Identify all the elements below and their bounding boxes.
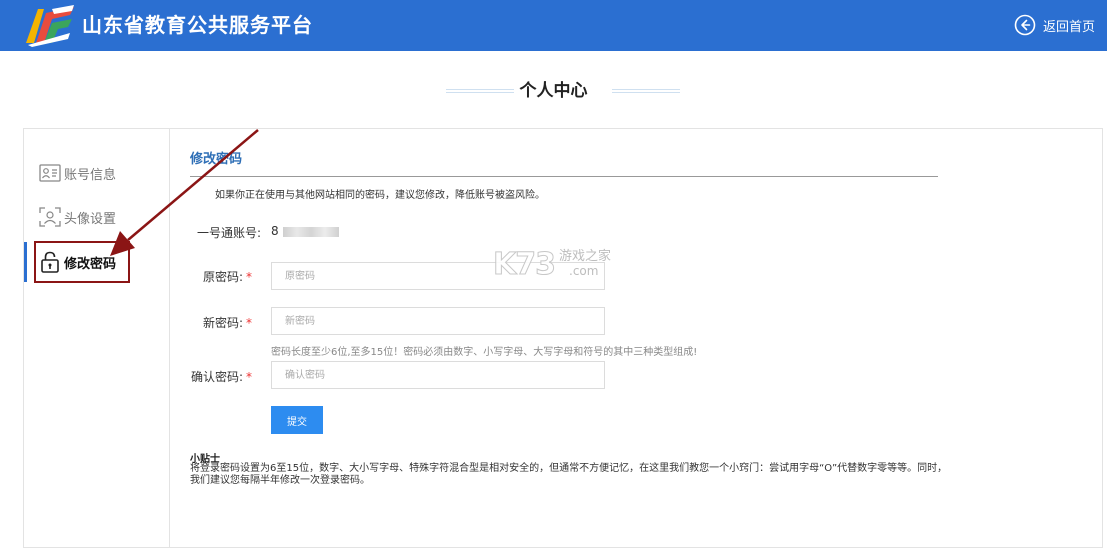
account-value: 8	[271, 224, 339, 238]
sidebar: 账号信息 头像设置 修改密码	[24, 129, 170, 547]
page-heading: 个人中心	[0, 78, 1107, 104]
masked-account-digits	[282, 226, 339, 237]
old-password-input[interactable]	[271, 262, 605, 290]
site-title: 山东省教育公共服务平台	[82, 13, 313, 37]
required-mark: *	[246, 316, 252, 330]
heading-decor-left	[446, 89, 514, 93]
sidebar-item-account-info[interactable]: 账号信息	[24, 153, 169, 193]
password-rule-hint: 密码长度至少6位,至多15位！密码必须由数字、小写字母、大写字母和符号的其中三种…	[271, 347, 698, 358]
back-arrow-circle-icon	[1014, 14, 1036, 36]
new-password-input[interactable]	[271, 307, 605, 335]
new-password-label-text: 新密码:	[202, 316, 243, 330]
sidebar-item-label: 头像设置	[64, 211, 117, 227]
page-title: 个人中心	[519, 81, 588, 101]
new-password-label: 新密码: *	[172, 314, 252, 331]
back-home-link[interactable]: 返回首页	[1014, 13, 1095, 37]
platform-logo-icon	[26, 5, 74, 47]
confirm-password-label: 确认密码: *	[172, 368, 252, 385]
old-password-label-text: 原密码:	[202, 270, 243, 284]
account-value-text: 8	[271, 224, 279, 238]
sidebar-item-label: 账号信息	[64, 167, 117, 183]
required-mark: *	[246, 270, 252, 284]
sidebar-item-avatar-settings[interactable]: 头像设置	[24, 197, 169, 237]
heading-decor-right	[612, 89, 680, 93]
confirm-password-label-text: 确认密码:	[190, 370, 243, 384]
avatar-frame-icon	[39, 207, 61, 227]
submit-button[interactable]: 提交	[271, 406, 323, 434]
security-notice: 如果你正在使用与其他网站相同的密码，建议您修改，降低账号被盗风险。	[215, 190, 545, 201]
section-divider	[190, 176, 938, 177]
top-header: 山东省教育公共服务平台 返回首页	[0, 0, 1107, 51]
required-mark: *	[246, 370, 252, 384]
change-password-form: 修改密码	[190, 151, 938, 177]
id-card-icon	[39, 164, 61, 182]
account-label: 一号通账号:	[196, 226, 261, 240]
tips-text: 将登录密码设置为6至15位，数字、大小写字母、特殊字符混合型是相对安全的，但通常…	[190, 463, 948, 486]
confirm-password-input[interactable]	[271, 361, 605, 389]
old-password-label: 原密码: *	[172, 268, 252, 285]
back-home-label: 返回首页	[1042, 19, 1095, 35]
highlight-box	[34, 241, 130, 283]
section-title: 修改密码	[190, 152, 243, 167]
